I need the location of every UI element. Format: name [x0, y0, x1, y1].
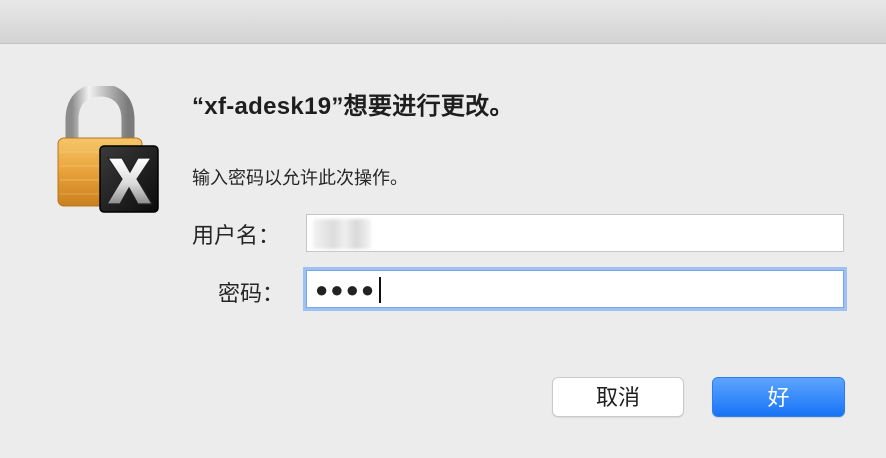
- dialog-title: “xf-adesk19”想要进行更改。: [192, 93, 514, 120]
- username-label: 用户名：: [192, 223, 281, 248]
- dialog-subtitle: 输入密码以允许此次操作。: [192, 168, 408, 188]
- redacted-username: [313, 219, 371, 249]
- password-mask: ●●●●: [315, 277, 377, 302]
- cancel-button[interactable]: 取消: [552, 377, 684, 417]
- authorization-dialog: “xf-adesk19”想要进行更改。 输入密码以允许此次操作。 用户名： 密码…: [0, 0, 886, 458]
- window-titlebar[interactable]: [0, 0, 886, 44]
- password-label: 密码：: [218, 281, 285, 306]
- username-field[interactable]: [306, 214, 844, 252]
- lock-with-x-icon: [52, 83, 162, 216]
- password-field[interactable]: ●●●●: [306, 270, 844, 308]
- text-caret: [379, 277, 381, 303]
- ok-button[interactable]: 好: [712, 377, 845, 417]
